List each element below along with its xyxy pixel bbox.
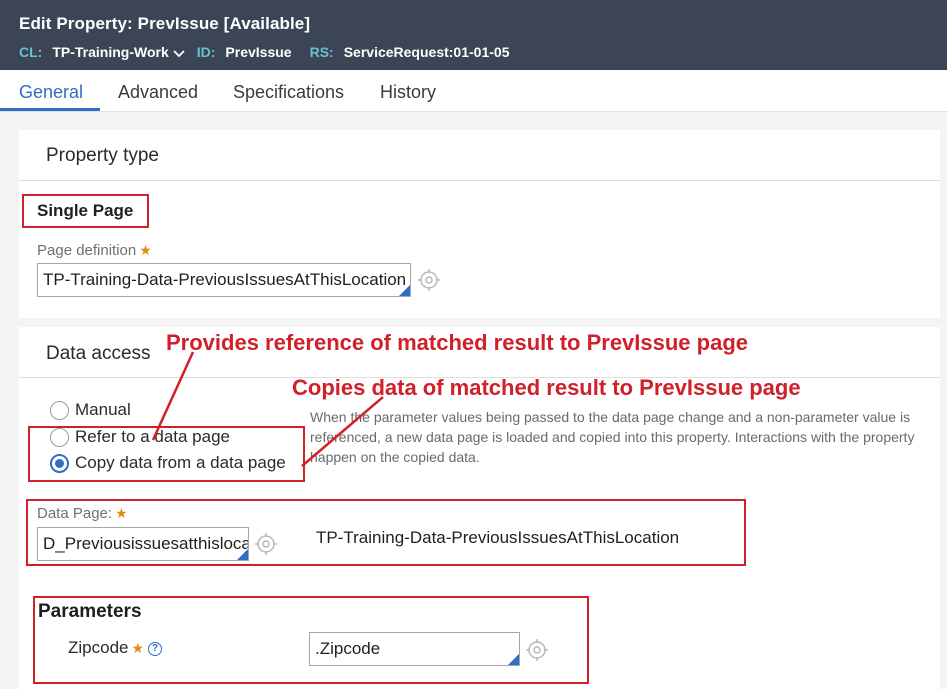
rs-label: RS:	[309, 44, 334, 60]
highlight-parameters	[33, 596, 589, 684]
page-definition-label: Page definition ★	[37, 242, 152, 259]
page-definition-input[interactable]: TP-Training-Data-PreviousIssuesAtThisLoc…	[37, 263, 411, 297]
header-meta: CL: TP-Training-Work ID: PrevIssue RS: Servic…	[19, 44, 527, 61]
annotation-refer: Provides reference of matched result to …	[166, 330, 749, 355]
active-tab-indicator	[0, 108, 100, 111]
autocomplete-corner-icon	[399, 285, 410, 296]
radio-manual[interactable]: Manual	[50, 400, 131, 420]
rs-value: ServiceRequest:01-01-05	[343, 44, 510, 60]
highlight-single-page	[22, 194, 149, 228]
tab-specifications[interactable]: Specifications	[233, 82, 344, 103]
annotation-copy: Copies data of matched result to PrevIss…	[292, 375, 801, 400]
tab-general[interactable]: General	[19, 82, 83, 103]
highlight-radio-options	[28, 426, 305, 482]
chevron-down-icon[interactable]	[173, 45, 185, 61]
section-divider	[19, 180, 940, 181]
id-label: ID:	[196, 44, 216, 60]
data-access-help-text: When the parameter values being passed t…	[310, 409, 915, 465]
cl-label: CL:	[19, 44, 43, 60]
tab-advanced[interactable]: Advanced	[118, 82, 198, 103]
property-type-title: Property type	[46, 145, 159, 166]
radio-button[interactable]	[50, 400, 69, 420]
tab-history[interactable]: History	[380, 82, 436, 103]
required-icon: ★	[139, 242, 152, 258]
cl-value[interactable]: TP-Training-Work	[52, 44, 168, 60]
property-header: Edit Property: PrevIssue [Available] CL:…	[0, 0, 947, 70]
highlight-data-page	[26, 499, 746, 566]
id-value: PrevIssue	[225, 44, 292, 60]
crosshair-icon[interactable]	[418, 269, 440, 291]
data-access-title: Data access	[46, 343, 151, 364]
tab-bar: General Advanced Specifications History	[0, 70, 947, 112]
page-title: Edit Property: PrevIssue [Available]	[19, 14, 311, 33]
